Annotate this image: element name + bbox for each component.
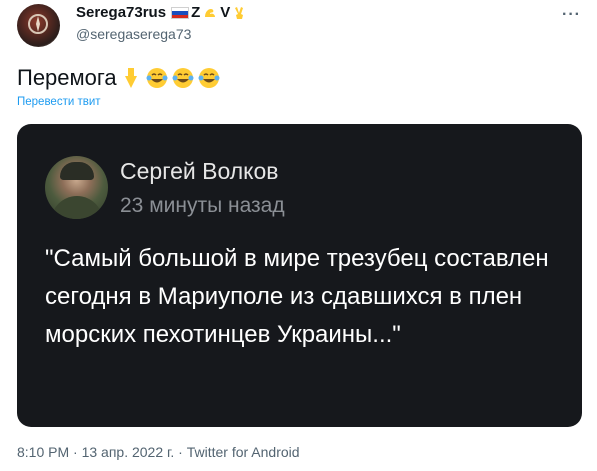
emoji-row (119, 66, 221, 90)
flexed-biceps-icon (205, 9, 216, 17)
handle[interactable]: @seregaserega73 (76, 25, 248, 43)
face-with-tears-of-joy-icon (198, 68, 220, 88)
display-name: Serega73rus (76, 4, 167, 21)
victory-hand-icon (235, 7, 244, 19)
tweet-metadata[interactable]: 8:10 PM · 13 апр. 2022 г. · Twitter for … (17, 444, 300, 460)
russia-flag-icon (171, 7, 190, 19)
tweet-text-row: Перемога (17, 64, 221, 92)
v-letter: V (220, 4, 231, 21)
more-options-icon[interactable]: ··· (562, 6, 581, 24)
card-author-name: Сергей Волков (120, 158, 279, 184)
translate-tweet-link[interactable]: Перевести твит (17, 96, 101, 108)
avatar-emblem-icon (28, 14, 48, 34)
backhand-index-pointing-down-icon (124, 68, 137, 88)
avatar[interactable] (17, 4, 60, 47)
face-with-tears-of-joy-icon (172, 68, 194, 88)
display-name-row[interactable]: Serega73rus Z V (76, 4, 248, 22)
tweet: Serega73rus Z V @seregaserega73 ··· Пере… (0, 0, 597, 471)
face-with-tears-of-joy-icon (146, 68, 168, 88)
embedded-image-card[interactable]: Сергей Волков 23 минуты назад "Самый бол… (17, 124, 582, 427)
z-letter: Z (191, 4, 201, 21)
card-timestamp: 23 минуты назад (120, 194, 285, 217)
author-info: Serega73rus Z V @seregaserega73 (76, 4, 248, 43)
card-quote-text: "Самый большой в мире трезубец составлен… (45, 245, 549, 348)
tweet-text: Перемога (17, 65, 117, 90)
card-avatar (45, 156, 108, 219)
